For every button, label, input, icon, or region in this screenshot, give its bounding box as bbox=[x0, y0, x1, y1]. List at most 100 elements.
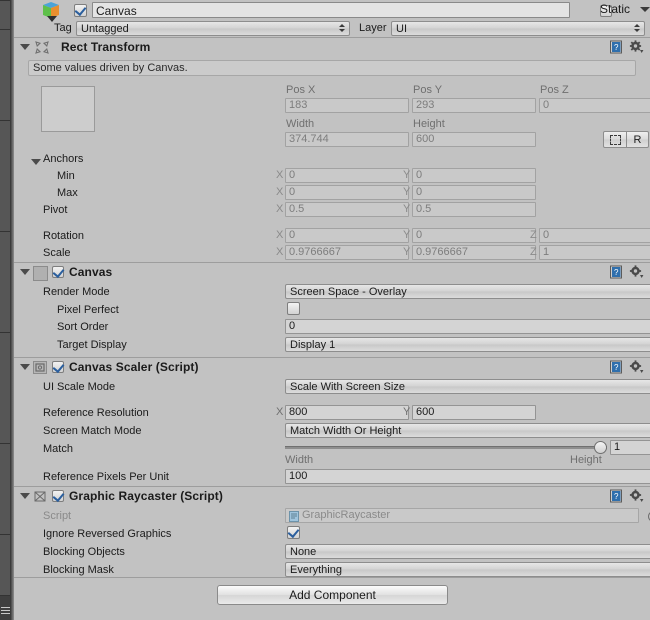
canvas-enabled-checkbox[interactable] bbox=[52, 266, 64, 278]
anchor-max-x-field[interactable]: 0 bbox=[285, 185, 409, 200]
reference-ppu-field[interactable]: 100 bbox=[285, 469, 650, 484]
object-name-field[interactable]: Canvas bbox=[92, 2, 570, 18]
help-book-icon[interactable]: ? bbox=[609, 360, 623, 374]
gear-icon[interactable] bbox=[629, 40, 644, 54]
tag-layer-row: Tag Untagged Layer UI bbox=[14, 20, 650, 37]
anchor-min-x-axis: X bbox=[276, 169, 284, 181]
screen-match-mode-dropdown[interactable]: Match Width Or Height bbox=[285, 423, 650, 438]
blocking-mask-dropdown[interactable]: Everything bbox=[285, 562, 650, 577]
pivot-label: Pivot bbox=[43, 204, 68, 216]
component-rect-transform: Rect Transform ? Some values driven by C… bbox=[14, 37, 650, 262]
pivot-y-field[interactable]: 0.5 bbox=[412, 202, 536, 217]
help-book-icon[interactable]: ? bbox=[609, 40, 623, 54]
pos-z-field[interactable]: 0 bbox=[539, 98, 650, 113]
target-display-dropdown[interactable]: Display 1 bbox=[285, 337, 650, 352]
screen-match-mode-label: Screen Match Mode bbox=[43, 425, 142, 437]
dashed-square-icon bbox=[609, 134, 621, 145]
pos-x-label: Pos X bbox=[286, 84, 316, 96]
scale-label: Scale bbox=[43, 247, 71, 259]
canvas-scaler-header[interactable]: Canvas Scaler (Script) ? bbox=[14, 358, 650, 376]
ignore-reversed-label: Ignore Reversed Graphics bbox=[43, 528, 172, 540]
svg-text:?: ? bbox=[614, 43, 619, 52]
pos-x-field[interactable]: 183 bbox=[285, 98, 409, 113]
width-field[interactable]: 374.744 bbox=[285, 132, 409, 147]
render-mode-value: Screen Space - Overlay bbox=[290, 286, 407, 298]
ignore-reversed-checkbox[interactable] bbox=[287, 526, 300, 539]
pos-y-field[interactable]: 293 bbox=[412, 98, 536, 113]
height-field[interactable]: 600 bbox=[412, 132, 536, 147]
pixel-perfect-checkbox[interactable] bbox=[287, 302, 300, 315]
pixel-perfect-label: Pixel Perfect bbox=[57, 304, 119, 316]
gear-icon[interactable] bbox=[629, 265, 644, 279]
sort-order-field[interactable]: 0 bbox=[285, 319, 650, 334]
pivot-y-axis: Y bbox=[403, 203, 411, 215]
screen-match-mode-value: Match Width Or Height bbox=[290, 425, 402, 437]
svg-text:?: ? bbox=[614, 492, 619, 501]
anchor-preset-buttons[interactable]: R bbox=[603, 131, 649, 148]
canvas-scaler-component-icon bbox=[33, 361, 47, 377]
anchor-max-y-axis: Y bbox=[403, 186, 411, 198]
anchors-foldout-arrow-icon[interactable] bbox=[31, 159, 41, 165]
object-active-checkbox[interactable] bbox=[74, 4, 87, 17]
target-display-value: Display 1 bbox=[290, 339, 336, 351]
tag-value: Untagged bbox=[81, 23, 129, 35]
component-canvas-scaler: Canvas Scaler (Script) ? UI Scale Mode S… bbox=[14, 357, 650, 486]
script-object-field[interactable]: GraphicRaycaster bbox=[285, 508, 639, 523]
render-mode-dropdown[interactable]: Screen Space - Overlay bbox=[285, 284, 650, 299]
graphic-raycaster-header[interactable]: Graphic Raycaster (Script) ? bbox=[14, 487, 650, 505]
graphic-raycaster-enabled-checkbox[interactable] bbox=[52, 490, 64, 502]
svg-text:?: ? bbox=[614, 268, 619, 277]
match-slider[interactable] bbox=[285, 440, 607, 454]
blocking-objects-value: None bbox=[290, 546, 317, 558]
component-graphic-raycaster: Graphic Raycaster (Script) ? Script Grap… bbox=[14, 486, 650, 582]
gear-icon[interactable] bbox=[629, 360, 644, 374]
reference-resolution-x-field[interactable]: 800 bbox=[285, 405, 409, 420]
rotation-z-field[interactable]: 0 bbox=[539, 228, 650, 243]
match-value-field[interactable]: 1 bbox=[610, 440, 650, 455]
blocking-mask-label: Blocking Mask bbox=[43, 564, 114, 576]
anchors-label: Anchors bbox=[43, 153, 84, 165]
scale-x-field[interactable]: 0.9766667 bbox=[285, 245, 409, 260]
anchor-min-y-field[interactable]: 0 bbox=[412, 168, 536, 183]
add-component-button[interactable]: Add Component bbox=[217, 585, 448, 605]
gear-icon[interactable] bbox=[629, 489, 644, 503]
help-book-icon[interactable]: ? bbox=[609, 265, 623, 279]
scale-y-field[interactable]: 0.9766667 bbox=[412, 245, 536, 260]
foldout-arrow-icon[interactable] bbox=[20, 493, 30, 499]
anchor-min-x-field[interactable]: 0 bbox=[285, 168, 409, 183]
foldout-arrow-icon[interactable] bbox=[20, 269, 30, 275]
pivot-x-field[interactable]: 0.5 bbox=[285, 202, 409, 217]
pivot-x-axis: X bbox=[276, 203, 284, 215]
canvas-scaler-enabled-checkbox[interactable] bbox=[52, 361, 64, 373]
reference-resolution-y-field[interactable]: 600 bbox=[412, 405, 536, 420]
anchor-max-y-field[interactable]: 0 bbox=[412, 185, 536, 200]
blocking-objects-dropdown[interactable]: None bbox=[285, 544, 650, 559]
help-book-icon[interactable]: ? bbox=[609, 489, 623, 503]
graphic-raycaster-title: Graphic Raycaster (Script) bbox=[69, 489, 223, 503]
anchor-max-x-axis: X bbox=[276, 186, 284, 198]
blueprint-mode-button[interactable]: R bbox=[627, 131, 649, 148]
canvas-title: Canvas bbox=[69, 265, 113, 279]
blocking-mask-value: Everything bbox=[290, 564, 342, 576]
component-canvas: Canvas ? Render Mode Screen Space - Over… bbox=[14, 262, 650, 357]
match-slider-knob[interactable] bbox=[594, 441, 607, 454]
anchor-max-label: Max bbox=[57, 187, 78, 199]
canvas-header[interactable]: Canvas ? bbox=[14, 263, 650, 281]
foldout-arrow-icon[interactable] bbox=[20, 364, 30, 370]
ui-scale-mode-dropdown[interactable]: Scale With Screen Size bbox=[285, 379, 650, 394]
ref-res-x-axis: X bbox=[276, 406, 284, 418]
footer-divider bbox=[14, 577, 650, 578]
scale-y-axis: Y bbox=[403, 246, 411, 258]
rotation-y-field[interactable]: 0 bbox=[412, 228, 536, 243]
scale-z-field[interactable]: 1 bbox=[539, 245, 650, 260]
foldout-arrow-icon[interactable] bbox=[20, 44, 30, 50]
static-dropdown-arrow-icon[interactable] bbox=[640, 7, 650, 12]
anchor-preset-button[interactable] bbox=[603, 131, 627, 148]
inspector-window: Canvas Static Tag Untagged Layer UI Rect… bbox=[0, 0, 650, 620]
pos-y-label: Pos Y bbox=[413, 84, 443, 96]
tag-dropdown[interactable]: Untagged bbox=[76, 21, 350, 36]
rect-transform-header[interactable]: Rect Transform ? bbox=[14, 38, 650, 56]
layer-dropdown[interactable]: UI bbox=[391, 21, 645, 36]
anchor-preview-box[interactable] bbox=[41, 86, 95, 132]
rotation-x-field[interactable]: 0 bbox=[285, 228, 409, 243]
